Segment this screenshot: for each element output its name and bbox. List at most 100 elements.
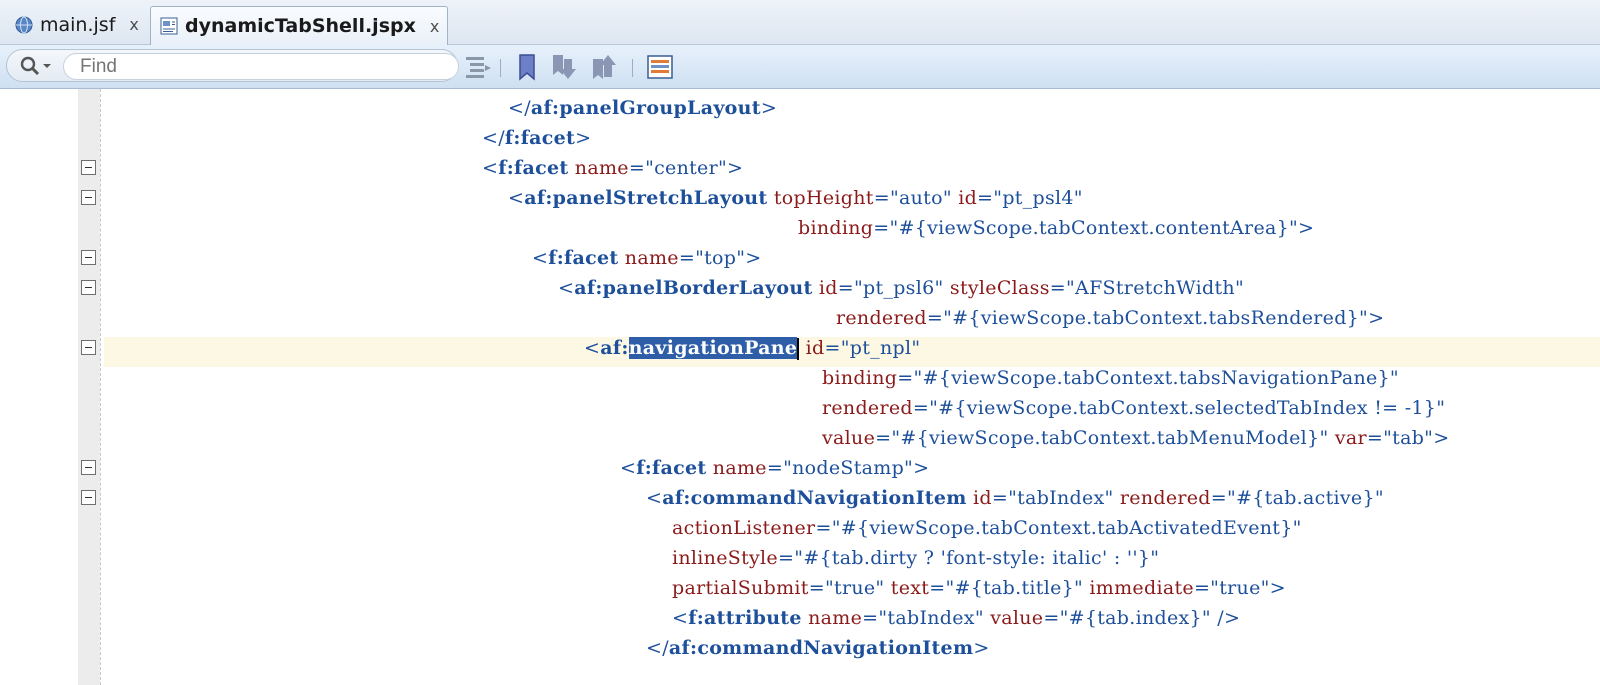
code-value: "#{tab.index}" [1059,607,1211,629]
code-punct: = [991,487,1009,509]
code-value: "#{viewScope.tabContext.tabsNavigationPa… [913,367,1399,389]
code-punct: < [558,277,575,299]
code-attribute: id [818,277,838,299]
code-value: "pt_npl" [840,337,921,359]
code-punct: = [678,247,696,269]
next-bookmark-icon[interactable] [590,53,618,81]
code-tag: af:panelBorderLayout [574,277,813,299]
structure-view-icon[interactable] [646,53,674,81]
fold-collapse-icon[interactable] [81,190,96,205]
code-value: "#{tab.active}" [1227,487,1384,509]
code-punct: = [1210,487,1227,509]
code-value: "#{tab.title}" [945,577,1084,599]
fold-collapse-icon[interactable] [81,160,96,175]
fold-collapse-icon[interactable] [81,280,96,295]
search-input[interactable] [63,53,459,80]
code-line: <af:panelStretchLayout topHeight="auto" … [508,183,1083,213]
code-punct: > [1269,577,1286,599]
code-punct: < [482,157,499,179]
editor-toolbar [0,45,1600,89]
code-punct: > [1298,217,1315,239]
code-tag: af:commandNavigationItem [668,637,974,659]
code-punct: </ [646,637,669,659]
code-punct: = [873,187,890,209]
code-punct: < [646,487,663,509]
code-line: <af:commandNavigationItem id="tabIndex" … [646,483,1384,513]
bookmark-icon[interactable] [514,53,542,81]
editor-tab-bar: main.jsf x dynamicTabShell.jspx x [0,0,1600,45]
code-attribute: id [973,487,992,509]
format-icon[interactable] [464,53,492,81]
code-punct: = [862,607,879,629]
search-icon[interactable] [19,55,55,81]
code-punct: = [912,397,930,419]
code-punct: = [777,547,795,569]
code-punct: = [977,187,994,209]
code-line: binding="#{viewScope.tabContext.contentA… [798,213,1314,243]
code-punct: < [672,607,689,629]
code-attribute: binding [798,217,874,239]
code-line: <f:attribute name="tabIndex" value="#{ta… [672,603,1240,633]
gutter-divider [100,89,101,685]
code-punct: /> [1217,607,1241,629]
code-line: <f:facet name="center"> [482,153,743,183]
code-attribute: styleClass [949,277,1050,299]
code-value: "top" [695,247,746,269]
code-punct: = [628,157,646,179]
code-value: "pt_psl4" [993,187,1083,209]
code-punct: = [815,517,832,539]
close-icon[interactable]: x [129,15,138,34]
tab-main-jsf[interactable]: main.jsf x [6,6,146,43]
fold-collapse-icon[interactable] [81,460,96,475]
text-caret [797,338,800,360]
code-line: </af:commandNavigationItem> [646,633,990,663]
code-punct: = [1049,277,1067,299]
code-punct: = [808,577,825,599]
code-attribute: value [990,607,1044,629]
code-value: "#{tab.dirty ? 'font-style: italic' : ''… [794,547,1160,569]
code-value: "tabIndex" [1008,487,1114,509]
toolbar-separator [632,59,633,77]
previous-bookmark-icon[interactable] [550,53,578,81]
code-attribute: name [574,157,629,179]
code-tag: af:panelStretchLayout [524,187,768,209]
code-attribute: name [808,607,863,629]
code-punct: > [1368,307,1385,329]
fold-collapse-icon[interactable] [81,490,96,505]
close-icon[interactable]: x [430,17,439,36]
code-line: <f:facet name="nodeStamp"> [620,453,929,483]
code-value: "#{viewScope.tabContext.tabsRendered}" [943,307,1369,329]
code-punct: = [1193,577,1211,599]
code-punct: > [913,457,930,479]
search-box [6,49,459,82]
code-line: </f:facet> [482,123,591,153]
code-punct: > [745,247,762,269]
code-value: "center" [645,157,728,179]
code-attribute: rendered [1119,487,1211,509]
code-attribute: id [805,337,825,359]
code-value: "#{viewScope.tabContext.contentArea}" [889,217,1299,239]
fold-gutter [78,89,100,685]
code-value: "nodeStamp" [783,457,914,479]
code-punct: = [837,277,854,299]
code-punct: </ [508,97,531,119]
code-attribute: topHeight [773,187,874,209]
code-line: <af:navigationPane id="pt_npl" [584,333,920,363]
code-editor[interactable]: </af:panelGroupLayout> </f:facet> <f:fac… [0,89,1600,685]
fold-collapse-icon[interactable] [81,250,96,265]
code-punct: </ [482,127,505,149]
code-line: rendered="#{viewScope.tabContext.selecte… [822,393,1445,423]
code-value: "true" [824,577,885,599]
fold-collapse-icon[interactable] [81,340,96,355]
code-attribute: partialSubmit [672,577,809,599]
code-punct: = [875,427,892,449]
code-punct: = [824,337,841,359]
code-line: inlineStyle="#{tab.dirty ? 'font-style: … [672,543,1159,573]
code-value: "auto" [889,187,952,209]
code-tag: f:facet [498,157,569,179]
code-value: "tabIndex" [878,607,984,629]
code-punct: > [1433,427,1450,449]
code-attribute: rendered [822,397,913,419]
code-tag: f:attribute [688,607,802,629]
tab-dynamic-tab-shell[interactable]: dynamicTabShell.jspx x [150,6,448,45]
